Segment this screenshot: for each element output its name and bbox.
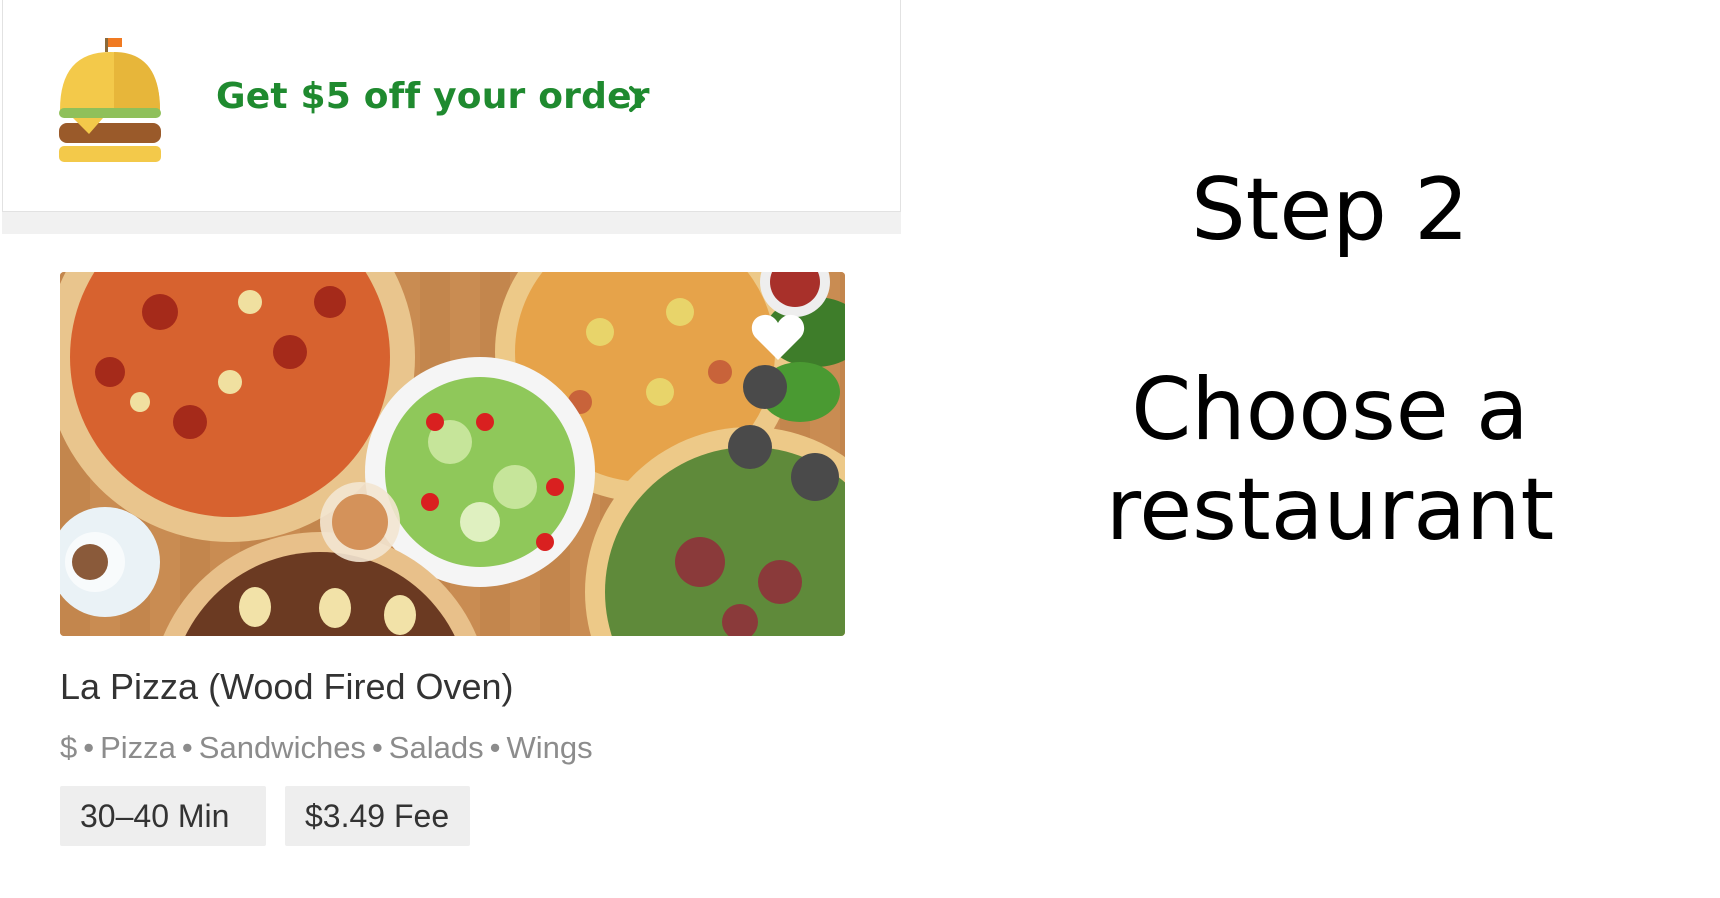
separator: • xyxy=(489,730,501,765)
chevron-right-icon[interactable] xyxy=(625,82,649,116)
restaurant-name: La Pizza (Wood Fired Oven) xyxy=(60,666,514,707)
burger-icon xyxy=(59,38,161,162)
separator: • xyxy=(83,730,95,765)
promo-text: Get $5 off your order xyxy=(216,76,650,117)
category: Wings xyxy=(506,730,593,765)
category: Sandwiches xyxy=(198,730,366,765)
delivery-fee-badge: $3.49 Fee xyxy=(285,786,470,846)
step-title: Step 2 xyxy=(1191,160,1469,260)
separator: • xyxy=(181,730,193,765)
restaurant-photo xyxy=(60,272,845,636)
heart-icon[interactable] xyxy=(750,312,806,362)
category: Pizza xyxy=(100,730,176,765)
price-level: $ xyxy=(60,730,78,765)
restaurant-meta: $ • Pizza • Sandwiches • Salads • Wings xyxy=(60,730,593,766)
delivery-time-badge: 30–40 Min xyxy=(60,786,266,846)
category: Salads xyxy=(388,730,484,765)
step-description: Choose a restaurant xyxy=(1105,360,1555,560)
separator: • xyxy=(371,730,383,765)
promo-banner[interactable]: Get $5 off your order xyxy=(2,0,901,212)
divider xyxy=(2,212,901,234)
